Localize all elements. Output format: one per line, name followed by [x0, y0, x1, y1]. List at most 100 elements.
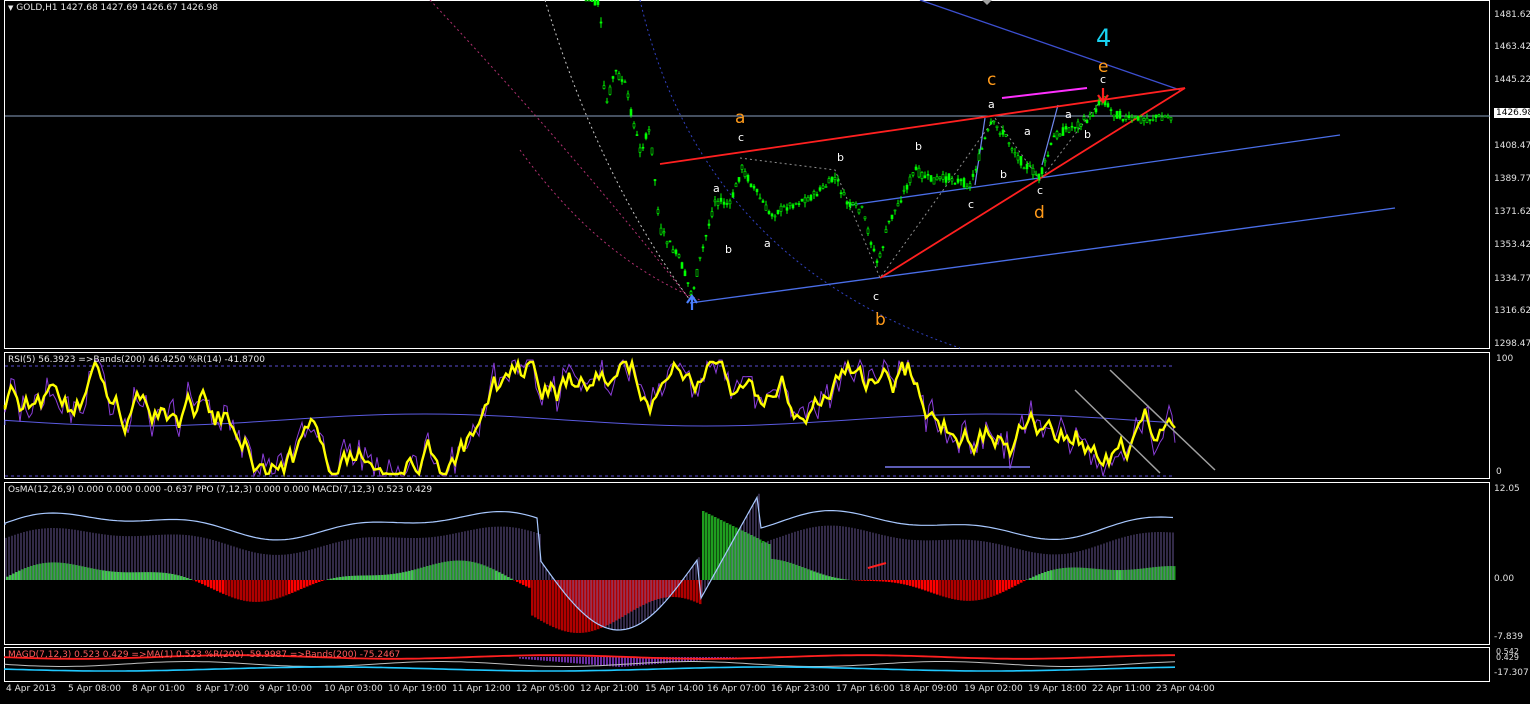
- candle-body: [1080, 124, 1082, 126]
- wave-label-d: d: [1034, 203, 1045, 223]
- diamond-marker-icon: [982, 0, 992, 5]
- osma-bar: [867, 580, 870, 581]
- candle-body: [1149, 120, 1151, 121]
- osma-bar: [687, 580, 690, 599]
- osma-bar: [204, 580, 207, 585]
- price-tick: 1353.42: [1494, 240, 1530, 250]
- candle-body: [969, 184, 971, 187]
- candle-body: [642, 147, 644, 148]
- candle-body: [744, 171, 746, 176]
- rsi-trend-line-2: [1075, 390, 1160, 473]
- candle-body: [1146, 118, 1148, 123]
- candle-body: [657, 210, 659, 214]
- candle-body: [999, 133, 1001, 134]
- osma-bar: [264, 580, 267, 601]
- candle-body: [690, 292, 692, 295]
- wave-label-4: 4: [1096, 24, 1111, 52]
- osma-bar: [234, 580, 237, 598]
- time-tick: 10 Apr 03:00: [324, 684, 383, 694]
- osma-bar: [951, 580, 954, 599]
- osma-bar: [966, 580, 969, 601]
- osma-bar: [282, 580, 285, 596]
- candle-body: [1131, 117, 1133, 120]
- chart-title: ▼ GOLD,H1 1427.68 1427.69 1426.67 1426.9…: [8, 3, 218, 13]
- osma-bar: [219, 580, 222, 592]
- osma-bar: [303, 580, 306, 588]
- candle-body: [747, 175, 749, 181]
- candle-body: [648, 129, 650, 131]
- candle-body: [735, 184, 737, 187]
- candle-body: [849, 203, 851, 207]
- osma-bar: [690, 580, 693, 600]
- rsi-axis-label: 0: [1496, 467, 1502, 477]
- price-tick: 1371.62: [1494, 207, 1530, 217]
- sub-wave-label: a: [1065, 108, 1072, 121]
- osma-bar: [972, 580, 975, 601]
- osma-bar: [936, 580, 939, 595]
- candle-body: [957, 179, 959, 182]
- trading-chart-window[interactable]: ▼ GOLD,H1 1427.68 1427.69 1426.67 1426.9…: [0, 0, 1530, 700]
- candle-body: [987, 130, 989, 131]
- candle-body: [591, 0, 593, 2]
- osma-bar: [999, 580, 1002, 593]
- osma-bar: [249, 580, 252, 602]
- osma-bar: [1005, 580, 1008, 590]
- osma-bar: [321, 580, 324, 581]
- candle-body: [1017, 156, 1019, 160]
- osma-bar: [537, 580, 540, 619]
- candle-body: [678, 255, 680, 258]
- rsi-title: RSI(5) 56.3923 =>Bands(200) 46.4250 %R(1…: [8, 355, 265, 365]
- magd-line-white: [5, 662, 1175, 667]
- candle-body: [1041, 168, 1043, 174]
- candle-body: [633, 123, 635, 127]
- dropdown-arrow-icon[interactable]: ▼: [8, 4, 13, 12]
- candle-body: [738, 177, 740, 181]
- time-tick: 16 Apr 23:00: [771, 684, 830, 694]
- sub-wave-label: b: [725, 243, 732, 256]
- candle-body: [588, 0, 590, 1]
- candle-body: [936, 177, 938, 180]
- candle-body: [1098, 101, 1100, 104]
- candle-body: [594, 0, 596, 5]
- candle-body: [597, 0, 599, 5]
- time-tick: 12 Apr 21:00: [580, 684, 639, 694]
- sub-wave-label: a: [988, 98, 995, 111]
- osma-bar: [552, 580, 555, 627]
- candle-body: [978, 154, 980, 161]
- candle-body: [1053, 136, 1055, 137]
- price-tick: 1334.77: [1494, 274, 1530, 284]
- osma-bar: [981, 580, 984, 599]
- price-tick: 1389.77: [1494, 174, 1530, 184]
- candle-body: [756, 189, 758, 192]
- candle-body: [687, 283, 689, 284]
- candle-body: [660, 228, 662, 234]
- candle-body: [963, 178, 965, 187]
- candle-body: [1047, 155, 1049, 156]
- candle-body: [1110, 110, 1112, 111]
- candle-body: [711, 212, 713, 217]
- candle-body: [846, 202, 848, 204]
- candle-body: [906, 185, 908, 189]
- candle-body: [699, 257, 701, 258]
- candle-body: [696, 269, 698, 276]
- candle-body: [918, 168, 920, 177]
- candle-body: [708, 224, 710, 225]
- magd-line-cyan: [5, 667, 1175, 671]
- candle-body: [783, 206, 785, 207]
- candle-body: [1008, 143, 1010, 144]
- chart-canvas[interactable]: [0, 0, 1530, 700]
- osma-red-mark: [868, 563, 886, 568]
- osma-bar: [1020, 580, 1023, 583]
- osma-bar: [894, 580, 897, 583]
- chart-title-text: GOLD,H1 1427.68 1427.69 1426.67 1426.98: [16, 3, 218, 13]
- candle-body: [1059, 134, 1061, 136]
- magenta-short-line: [1002, 88, 1087, 98]
- sub-wave-label: b: [915, 140, 922, 153]
- price-tick: 1408.47: [1494, 141, 1530, 151]
- candle-body: [1128, 115, 1130, 117]
- osma-bar: [858, 580, 861, 581]
- sub-wave-label: a: [1024, 125, 1031, 138]
- candle-body: [786, 208, 788, 211]
- osma-bar: [900, 580, 903, 584]
- candle-body: [954, 183, 956, 184]
